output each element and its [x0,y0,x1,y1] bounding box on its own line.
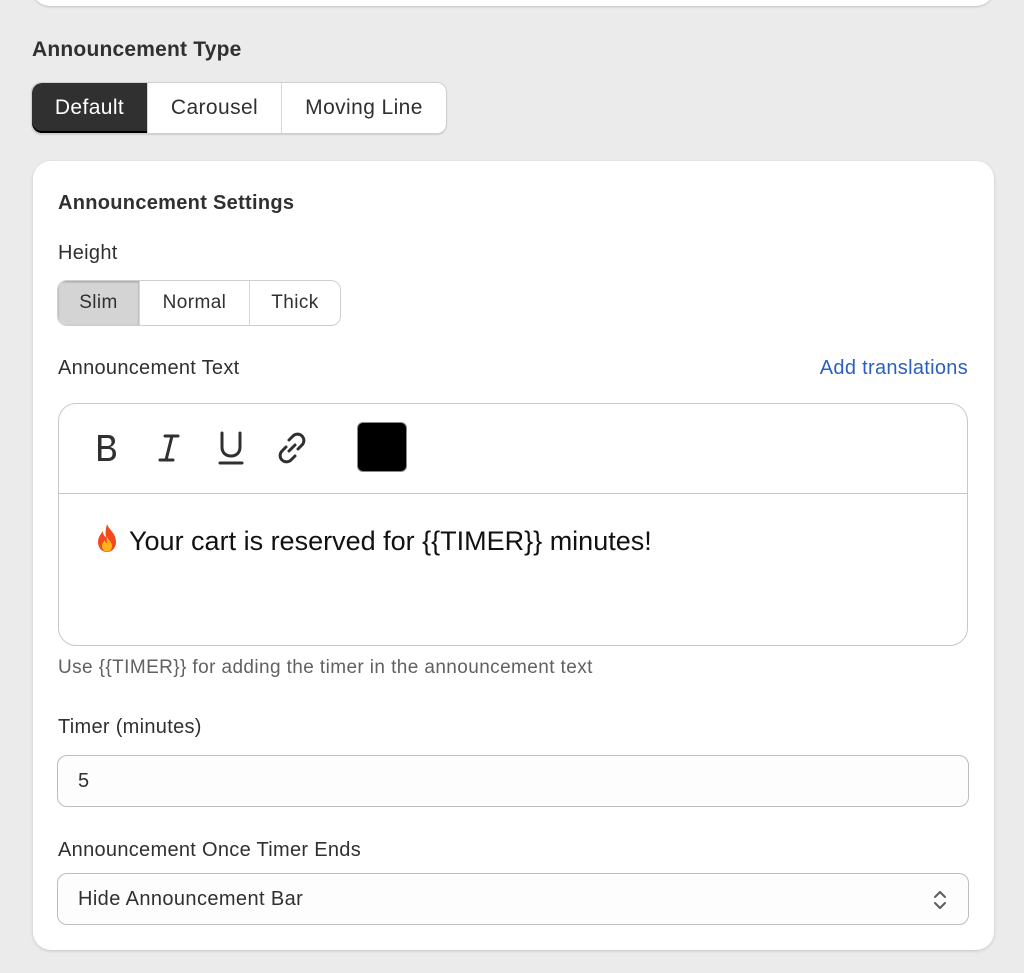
announcement-settings-card: Announcement Settings Height Slim Normal… [33,161,994,950]
height-label: Height [58,242,118,264]
italic-icon [158,434,180,462]
add-translations-link[interactable]: Add translations [820,357,968,380]
bold-button[interactable] [87,426,127,470]
announcement-type-title: Announcement Type [32,38,242,61]
type-option-carousel[interactable]: Carousel [148,83,282,133]
timer-end-selected-value: Hide Announcement Bar [78,888,304,910]
height-option-normal[interactable]: Normal [140,281,250,325]
timer-input[interactable]: 5 [57,755,969,807]
type-option-moving-line[interactable]: Moving Line [282,83,446,133]
height-segmented-control: Slim Normal Thick [57,280,341,326]
announcement-text-content[interactable]: Your cart is reserved for {{TIMER}} minu… [93,523,652,560]
announcement-settings-title: Announcement Settings [58,192,295,214]
link-button[interactable] [272,426,312,470]
timer-end-label: Announcement Once Timer Ends [58,839,361,861]
announcement-text-value: Your cart is reserved for {{TIMER}} minu… [129,526,652,556]
editor-toolbar [59,404,967,494]
text-color-swatch[interactable] [357,422,407,472]
underline-button[interactable] [211,426,251,470]
timer-help-text: Use {{TIMER}} for adding the timer in th… [58,657,593,678]
type-option-default[interactable]: Default [32,83,148,133]
italic-button[interactable] [149,426,189,470]
height-option-thick[interactable]: Thick [250,281,340,325]
timer-label: Timer (minutes) [58,716,202,738]
announcement-type-segmented-control: Default Carousel Moving Line [31,82,447,134]
fire-icon [93,523,121,560]
bold-icon [98,435,116,461]
timer-end-select[interactable]: Hide Announcement Bar [57,873,969,925]
previous-card-edge [32,0,994,6]
underline-icon [218,431,244,465]
rich-text-editor: Your cart is reserved for {{TIMER}} minu… [58,403,968,646]
height-option-slim[interactable]: Slim [58,281,140,325]
announcement-text-label: Announcement Text [58,357,240,379]
select-chevron-icon [934,891,946,909]
link-icon [278,432,306,464]
